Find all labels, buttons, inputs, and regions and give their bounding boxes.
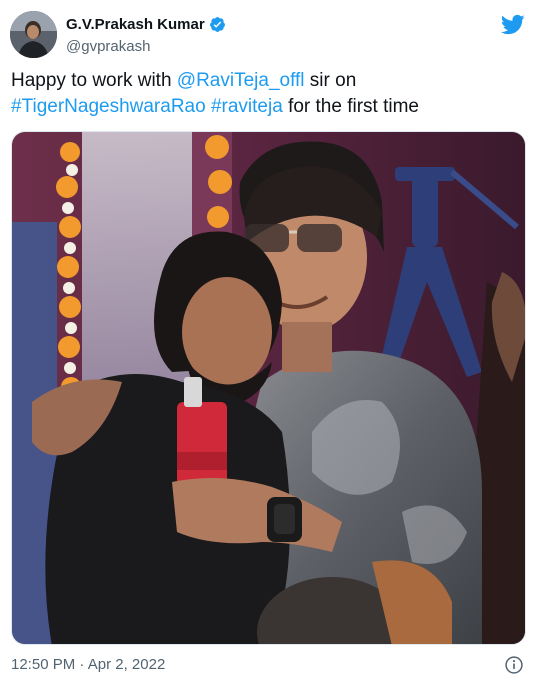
info-icon[interactable] bbox=[504, 655, 524, 675]
tweet-photo[interactable] bbox=[11, 131, 526, 645]
author-info: G.V.Prakash Kumar @gvprakash bbox=[66, 13, 226, 55]
tweet-text-segment: for the first time bbox=[282, 96, 419, 117]
tweet-card: G.V.Prakash Kumar @gvprakash Happy to wo… bbox=[0, 0, 541, 693]
tweet-text: Happy to work with @RaviTeja_offl sir on… bbox=[11, 68, 526, 120]
timestamp-separator: · bbox=[75, 656, 88, 673]
author-avatar[interactable] bbox=[10, 11, 57, 58]
avatar-image bbox=[10, 11, 57, 58]
author-handle[interactable]: @gvprakash bbox=[66, 38, 226, 55]
mention-link[interactable]: @RaviTeja_offl bbox=[177, 70, 305, 91]
verified-badge-icon bbox=[209, 16, 225, 32]
tweet-text-segment: sir on bbox=[304, 70, 357, 91]
tweet-text-segment: Happy to work with bbox=[11, 70, 177, 91]
photo-image bbox=[12, 132, 525, 644]
display-name-row: G.V.Prakash Kumar bbox=[66, 13, 226, 35]
tweet-timestamp[interactable]: 12:50 PM · Apr 2, 2022 bbox=[11, 656, 165, 673]
tweet-time: 12:50 PM bbox=[11, 656, 76, 673]
hashtag-link[interactable]: #TigerNageshwaraRao bbox=[11, 96, 206, 117]
twitter-bird-icon[interactable] bbox=[501, 12, 525, 36]
tweet-date: Apr 2, 2022 bbox=[87, 656, 166, 673]
author-display-name[interactable]: G.V.Prakash Kumar bbox=[66, 16, 205, 33]
hashtag-link[interactable]: #raviteja bbox=[211, 96, 283, 117]
